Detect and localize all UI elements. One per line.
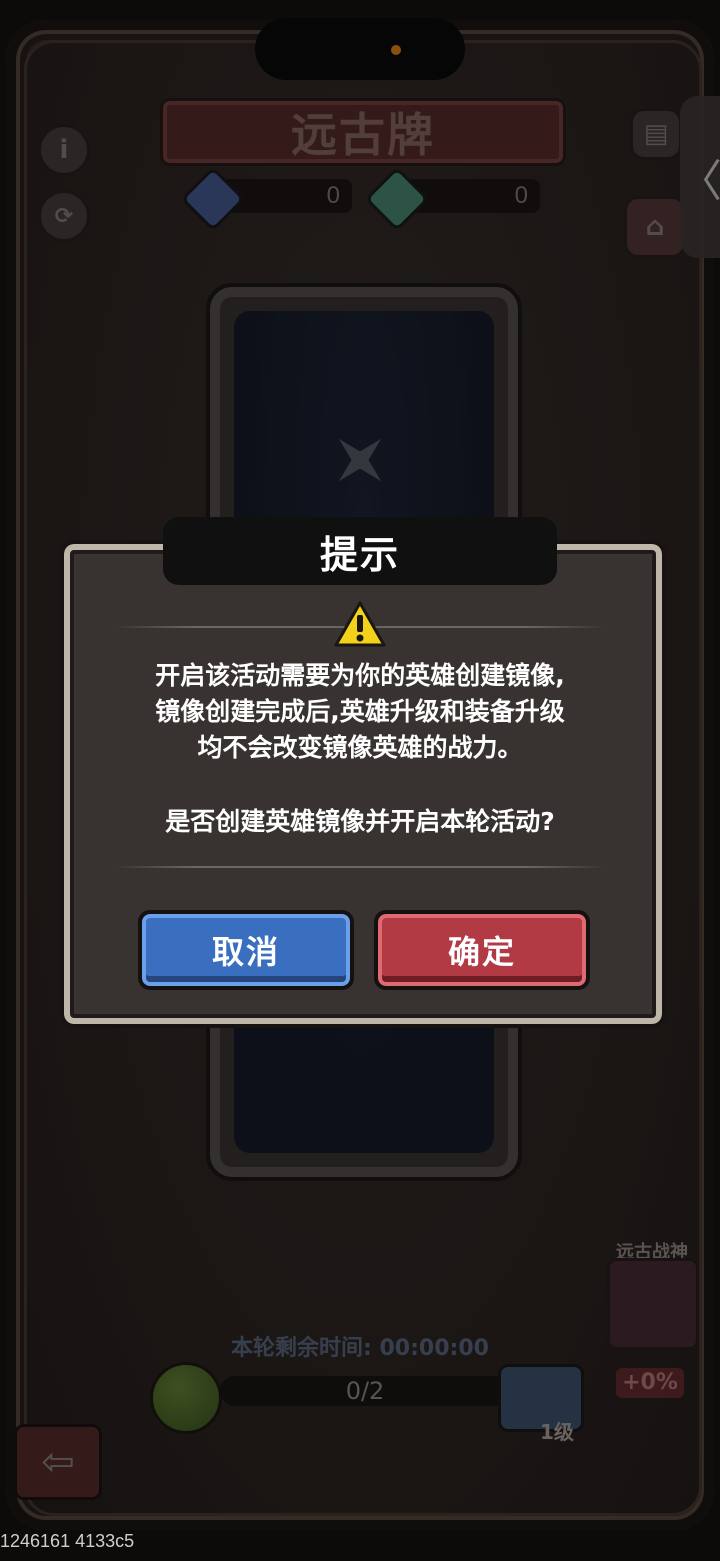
warning-icon: [334, 601, 386, 647]
cancel-button[interactable]: 取消: [138, 910, 354, 990]
dialog-question: 是否创建英雄镜像并开启本轮活动?: [165, 807, 555, 836]
message-line-2: 镜像创建完成后,英雄升级和装备升级: [155, 697, 565, 726]
message-line-1: 开启该活动需要为你的英雄创建镜像,: [155, 661, 565, 690]
dialog-title: 提示: [163, 517, 557, 585]
divider-bottom: [116, 866, 604, 868]
confirm-button[interactable]: 确定: [374, 910, 590, 990]
dialog-message: 开启该活动需要为你的英雄创建镜像, 镜像创建完成后,英雄升级和装备升级 均不会改…: [100, 658, 620, 766]
message-line-3: 均不会改变镜像英雄的战力。: [197, 733, 523, 762]
debug-id-text: 1246161 4133c5: [0, 1531, 135, 1551]
